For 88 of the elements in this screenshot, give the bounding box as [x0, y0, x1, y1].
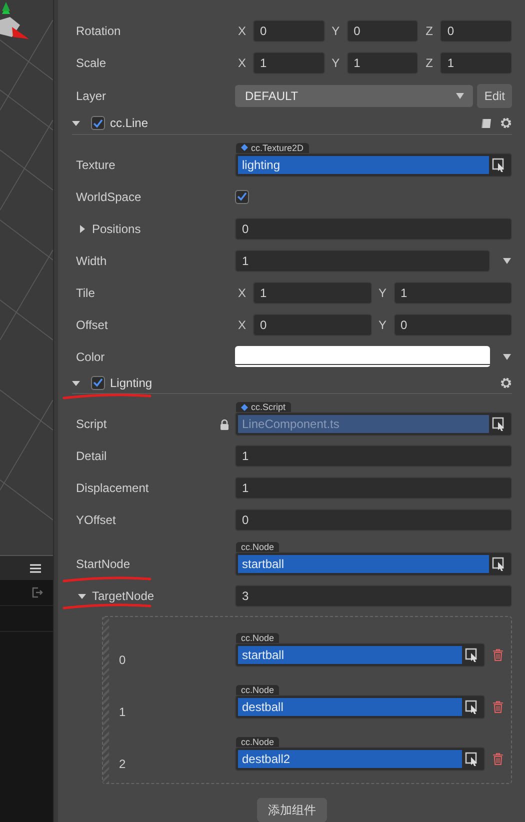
number-field[interactable]: 0 — [235, 218, 512, 240]
number-field[interactable]: 0 — [394, 314, 512, 336]
type-tag: cc.Node — [236, 633, 280, 643]
expand-arrow-icon[interactable] — [72, 378, 80, 387]
expand-arrow-icon[interactable] — [72, 119, 80, 128]
axis-label: X — [236, 318, 247, 332]
number-field[interactable]: 0 — [235, 509, 512, 531]
axis-label: X — [236, 24, 247, 38]
axis-label: X — [236, 56, 247, 70]
axis-label: Z — [424, 56, 434, 70]
number-field[interactable]: 1 — [346, 52, 418, 74]
axis-label: Y — [377, 286, 388, 300]
number-field[interactable]: 1 — [253, 282, 372, 304]
object-field[interactable]: destball — [235, 695, 485, 719]
property-label: TargetNode — [92, 589, 154, 603]
property-label: Displacement — [76, 481, 149, 495]
dropdown-caret-icon[interactable] — [502, 352, 512, 360]
type-tag: cc.Node — [236, 685, 280, 695]
object-field[interactable]: startball — [235, 552, 512, 576]
picker-icon[interactable] — [492, 417, 506, 431]
property-label: WorldSpace — [76, 190, 142, 204]
property-label: StartNode — [76, 557, 130, 571]
component-title: Lignting — [110, 376, 152, 390]
property-label: Offset — [76, 318, 108, 332]
number-field[interactable]: 0 — [440, 20, 512, 42]
axis-label: Z — [424, 24, 434, 38]
trash-icon[interactable] — [493, 753, 503, 765]
book-icon[interactable] — [481, 118, 492, 129]
expand-arrow-icon[interactable] — [78, 224, 86, 232]
checkbox[interactable] — [91, 116, 105, 130]
add-component-button[interactable]: 添加组件 — [257, 798, 327, 822]
picker-icon[interactable] — [492, 557, 506, 571]
number-field[interactable]: 0 — [346, 20, 418, 42]
axis-label: X — [236, 286, 247, 300]
axis-label: Y — [377, 318, 388, 332]
number-field[interactable]: 1 — [394, 282, 512, 304]
number-field[interactable]: 1 — [235, 250, 490, 272]
type-tag: cc.Texture2D — [236, 142, 309, 152]
type-tag: cc.Script — [236, 402, 291, 412]
property-label: Color — [76, 350, 105, 364]
settings-icon[interactable] — [500, 117, 512, 130]
exit-icon[interactable] — [32, 587, 43, 598]
number-field[interactable]: 1 — [253, 52, 325, 74]
lock-icon — [220, 418, 229, 430]
property-label: Width — [76, 254, 107, 268]
number-field[interactable]: 1 — [440, 52, 512, 74]
property-label: Layer — [76, 89, 106, 103]
picker-icon[interactable] — [492, 158, 506, 172]
type-tag: cc.Node — [236, 737, 280, 747]
axis-label: Y — [330, 56, 341, 70]
index-label: 2 — [118, 757, 127, 771]
property-label: Script — [76, 417, 107, 431]
object-field[interactable]: destball2 — [235, 747, 485, 771]
picker-icon[interactable] — [465, 700, 479, 714]
trash-icon[interactable] — [493, 701, 503, 713]
object-field[interactable]: startball — [235, 643, 485, 667]
picker-icon[interactable] — [465, 648, 479, 662]
number-field[interactable]: 0 — [253, 314, 372, 336]
dropdown-caret-icon[interactable] — [502, 256, 512, 264]
property-label: Rotation — [76, 24, 121, 38]
property-label: Texture — [76, 158, 116, 172]
property-label: Tile — [76, 286, 95, 300]
caret-icon[interactable] — [455, 92, 466, 100]
object-field[interactable]: lighting — [235, 152, 512, 176]
checkbox[interactable] — [91, 376, 105, 390]
number-field[interactable]: 0 — [253, 20, 325, 42]
settings-icon[interactable] — [500, 376, 512, 389]
property-label: Detail — [76, 449, 107, 463]
number-field[interactable]: 3 — [235, 585, 512, 607]
picker-icon[interactable] — [465, 752, 479, 766]
edit-button[interactable]: Edit — [477, 84, 512, 108]
axis-label: Y — [330, 24, 341, 38]
property-label: Positions — [92, 222, 141, 236]
number-field[interactable]: 1 — [235, 445, 512, 467]
type-tag: cc.Node — [236, 542, 280, 552]
layer-select[interactable]: DEFAULT — [235, 85, 474, 107]
checkbox[interactable] — [235, 190, 249, 204]
color-swatch[interactable] — [235, 346, 490, 368]
property-label: YOffset — [76, 513, 116, 527]
property-label: Scale — [76, 56, 106, 70]
trash-icon[interactable] — [493, 649, 503, 661]
index-label: 1 — [118, 705, 127, 719]
menu-icon[interactable] — [30, 564, 41, 572]
number-field[interactable]: 1 — [235, 477, 512, 499]
expand-arrow-icon[interactable] — [78, 592, 86, 600]
index-label: 0 — [118, 653, 127, 667]
transform-gizmo-drawing[interactable] — [0, 2, 29, 39]
component-title: cc.Line — [110, 116, 148, 130]
